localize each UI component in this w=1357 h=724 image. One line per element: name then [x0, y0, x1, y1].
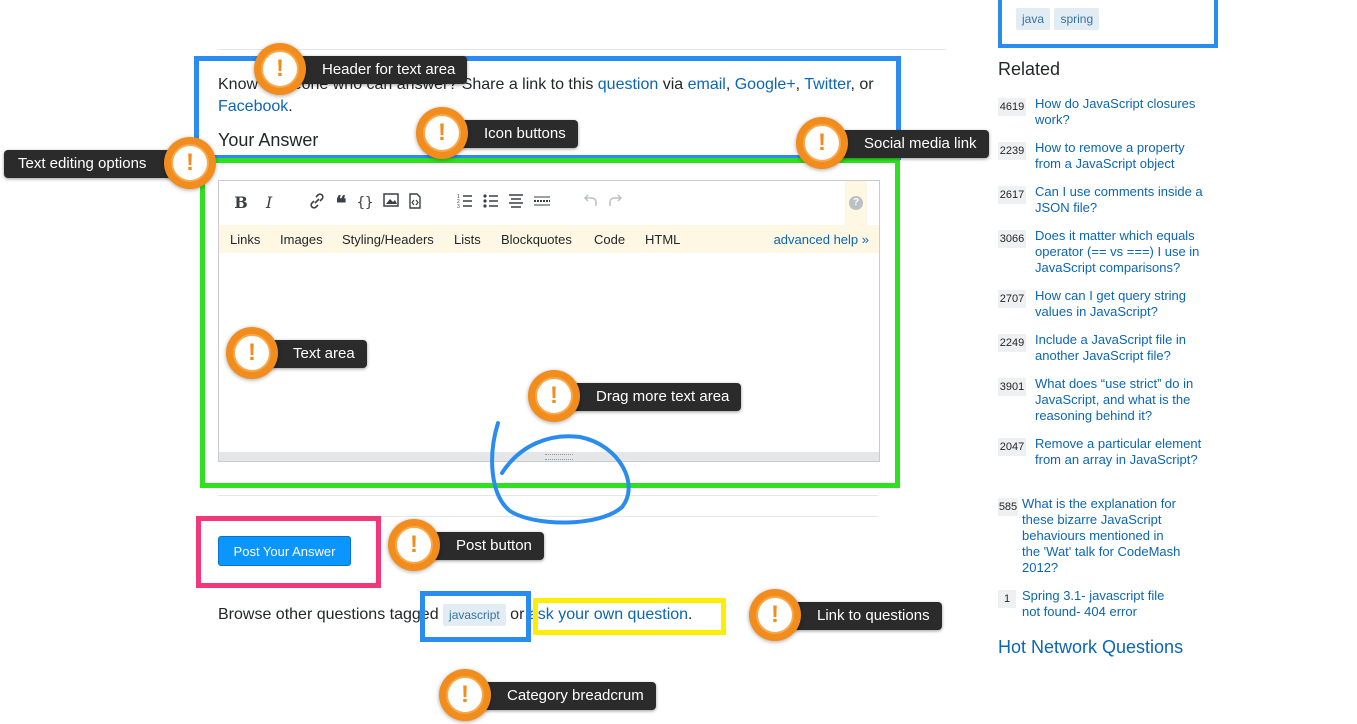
- callout-pin-icon: !: [226, 327, 278, 379]
- related-score: 585: [998, 498, 1018, 516]
- callout-post-label: Post button: [424, 532, 544, 560]
- callout-category-label: Category breadcrum: [475, 682, 656, 710]
- related-link[interactable]: What is the explanation for these bizarr…: [1022, 496, 1182, 576]
- callout-pin-icon: !: [796, 117, 848, 169]
- related-link[interactable]: Does it matter which equals operator (==…: [1035, 228, 1205, 276]
- callout-pin-icon: !: [254, 43, 306, 95]
- related-link[interactable]: What does “use strict” do in JavaScript,…: [1035, 376, 1205, 424]
- top-divider: [218, 49, 946, 50]
- related-link[interactable]: Can I use comments inside a JSON file?: [1035, 184, 1205, 216]
- highlight-box-tag: [420, 591, 531, 642]
- callout-social-label: Social media link: [832, 130, 989, 158]
- browse-prefix: Browse other questions tagged: [218, 606, 444, 624]
- callout-pin-icon: !: [749, 589, 801, 641]
- related-score: 1: [998, 590, 1016, 608]
- drag-circle-annotation: [490, 421, 631, 525]
- callout-pin-icon: !: [416, 107, 468, 159]
- callout-header-label: Header for text area: [290, 56, 468, 84]
- highlight-box-ask: [533, 598, 726, 635]
- related-score: 2617: [998, 186, 1026, 204]
- callout-icons-label: Icon buttons: [452, 120, 578, 148]
- callout-pin-icon: !: [528, 370, 580, 422]
- related-link[interactable]: Include a JavaScript file in another Jav…: [1035, 332, 1205, 364]
- highlight-box-tags: [998, 0, 1218, 48]
- related-score: 2047: [998, 438, 1026, 456]
- related-link[interactable]: How to remove a property from a JavaScri…: [1035, 140, 1205, 172]
- related-title: Related: [998, 59, 1061, 79]
- callout-drag-label: Drag more text area: [564, 383, 742, 411]
- related-link[interactable]: How can I get query string values in Jav…: [1035, 288, 1205, 320]
- callout-pin-icon: !: [439, 669, 491, 721]
- related-score: 3066: [998, 230, 1026, 248]
- callout-link-questions-label: Link to questions: [785, 602, 942, 630]
- related-score: 2707: [998, 290, 1026, 308]
- related-link[interactable]: How do JavaScript closures work?: [1035, 96, 1205, 128]
- callout-pin-icon: !: [388, 519, 440, 571]
- highlight-box-post: [196, 516, 381, 588]
- hot-network-questions-link[interactable]: Hot Network Questions: [998, 637, 1183, 658]
- related-score: 2239: [998, 142, 1026, 160]
- callout-pin-icon: !: [164, 137, 216, 189]
- related-score: 2249: [998, 334, 1026, 352]
- related-link[interactable]: Remove a particular element from an arra…: [1035, 436, 1205, 468]
- related-link[interactable]: Spring 3.1- javascript file not found- 4…: [1022, 588, 1182, 620]
- related-score: 4619: [998, 98, 1026, 116]
- related-score: 3901: [998, 378, 1026, 396]
- callout-text-options-label: Text editing options: [4, 150, 183, 178]
